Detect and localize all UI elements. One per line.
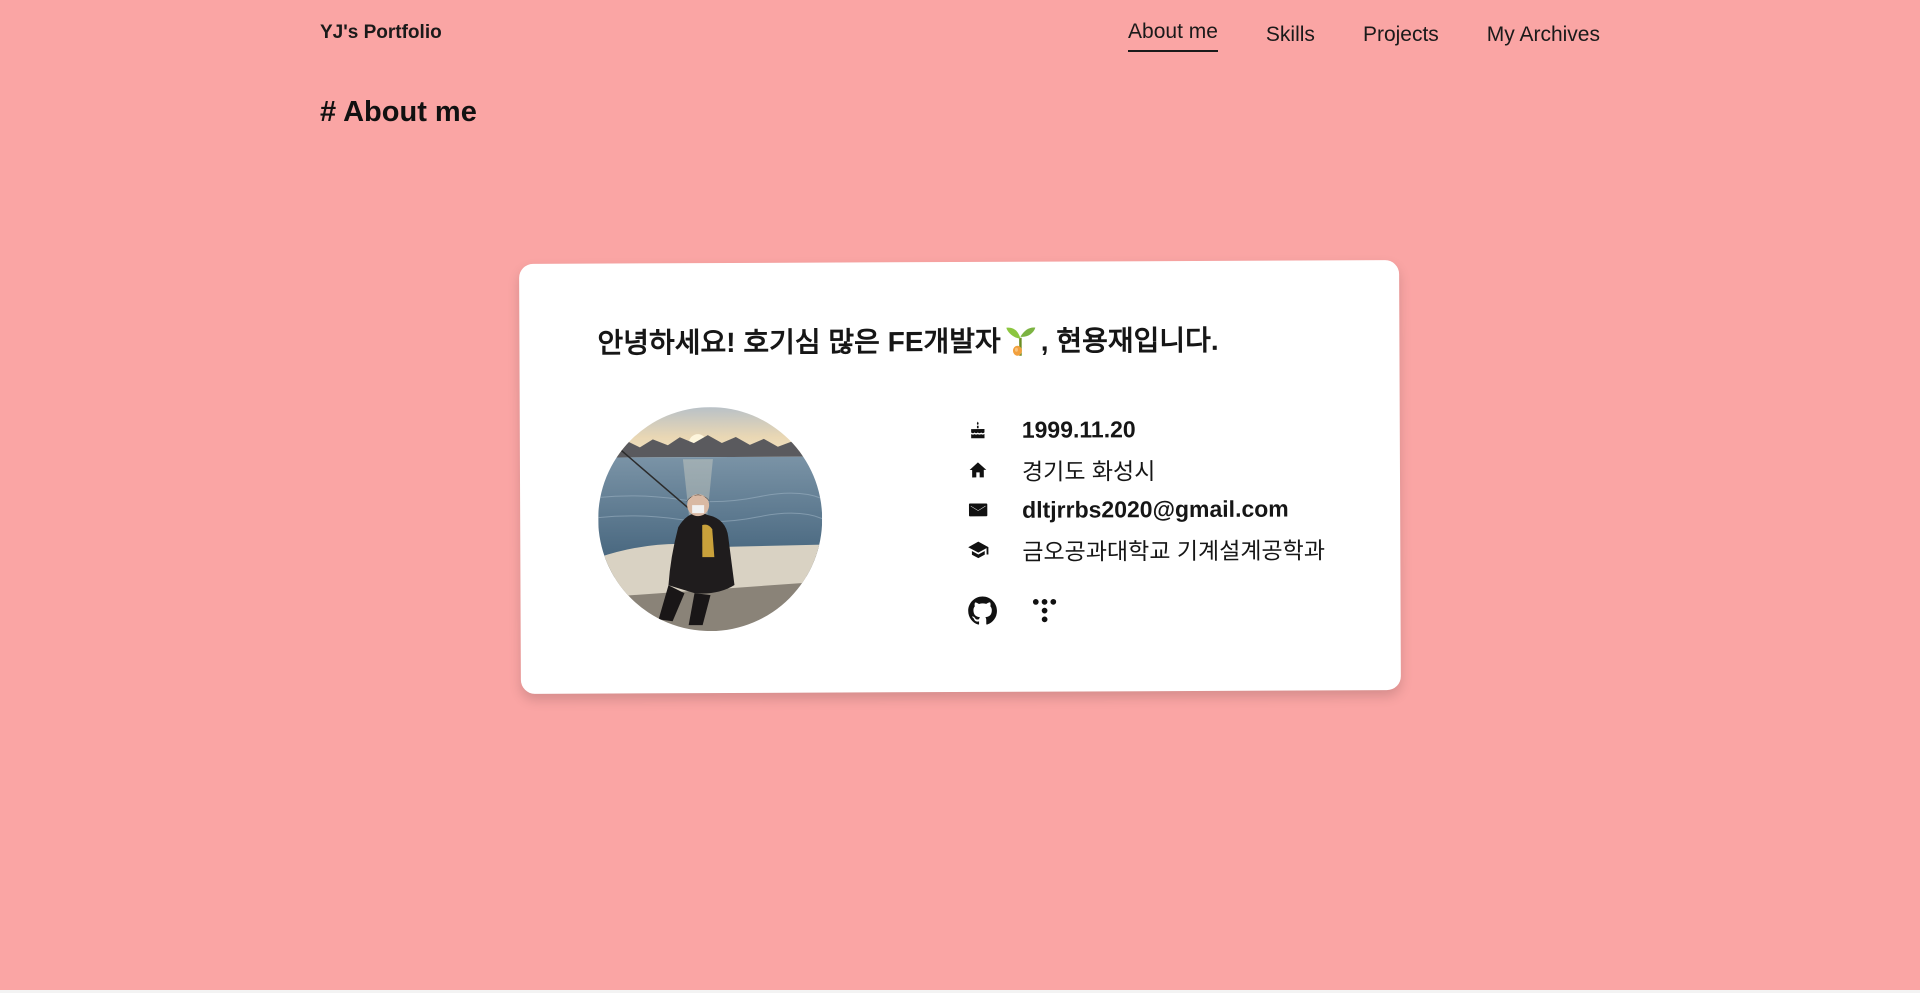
greeting-heading: 안녕하세요! 호기심 많은 FE개발자 , 현용재입니다. bbox=[597, 319, 1218, 362]
profile-info-list: 1999.11.20 경기도 화성시 dltjrrbs2020@gmail.co… bbox=[966, 408, 1325, 570]
social-links bbox=[967, 594, 1091, 627]
info-row-education: 금오공과대학교 기계설계공학과 bbox=[966, 528, 1325, 570]
sprout-icon bbox=[1003, 322, 1039, 358]
birthday-text: 1999.11.20 bbox=[1021, 415, 1136, 443]
info-row-email: dltjrrbs2020@gmail.com bbox=[966, 488, 1325, 530]
brand-logo-text[interactable]: YJ's Portfolio bbox=[320, 22, 442, 44]
info-row-address: 경기도 화성시 bbox=[966, 448, 1325, 490]
graduation-cap-icon bbox=[966, 538, 990, 562]
github-icon[interactable] bbox=[967, 595, 999, 627]
greeting-text-after: , 현용재입니다. bbox=[1040, 324, 1219, 357]
home-icon bbox=[966, 458, 990, 482]
nav-item-my-archives[interactable]: My Archives bbox=[1487, 22, 1600, 52]
section-title: # About me bbox=[320, 96, 477, 128]
info-row-birthday: 1999.11.20 bbox=[966, 408, 1325, 450]
greeting-text-before: 안녕하세요! 호기심 많은 FE개발자 bbox=[597, 325, 1001, 359]
nav-item-projects[interactable]: Projects bbox=[1363, 22, 1439, 52]
email-text: dltjrrbs2020@gmail.com bbox=[1022, 495, 1289, 523]
mail-icon bbox=[966, 498, 990, 522]
nav-item-about-me[interactable]: About me bbox=[1128, 19, 1218, 52]
profile-card: 안녕하세요! 호기심 많은 FE개발자 , 현용재입니다. 1999.11.20… bbox=[519, 260, 1401, 694]
address-text: 경기도 화성시 bbox=[1021, 458, 1156, 485]
top-navbar: YJ's Portfolio About me Skills Projects … bbox=[0, 0, 1920, 70]
tistory-icon[interactable] bbox=[1029, 595, 1061, 627]
birthday-cake-icon bbox=[966, 418, 990, 442]
nav-menu: About me Skills Projects My Archives bbox=[1080, 19, 1600, 52]
profile-photo bbox=[597, 406, 823, 632]
education-text: 금오공과대학교 기계설계공학과 bbox=[1022, 537, 1326, 565]
nav-item-skills[interactable]: Skills bbox=[1266, 22, 1315, 52]
